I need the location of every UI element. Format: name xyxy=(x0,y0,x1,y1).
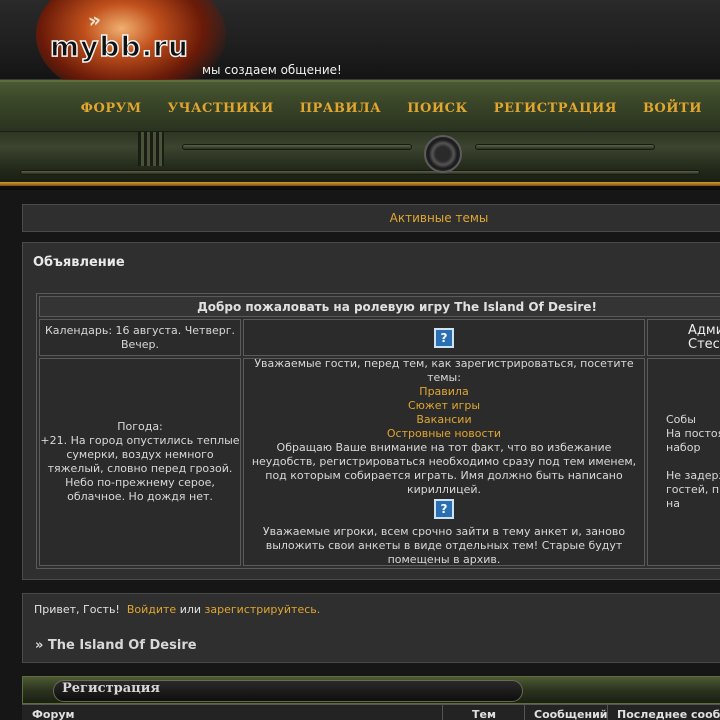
right-text: на xyxy=(666,497,680,510)
active-topics-link[interactable]: Активные темы xyxy=(23,211,720,225)
active-topics-bar: Активные темы xyxy=(22,204,720,232)
admin-cell: Адми Стес xyxy=(647,319,720,356)
header: » mybb.ru мы создаем общение! ФОРУМ УЧАС… xyxy=(0,0,720,190)
right-cell: Собы На постоя набор Не задерж гостей, п… xyxy=(647,358,720,566)
greeting-or: или xyxy=(179,603,202,616)
weather-text: +21. На город опустились теплые сумерки,… xyxy=(40,434,240,503)
admin-text: Адми xyxy=(688,322,720,338)
image-wrap: ? xyxy=(244,499,644,519)
category-title[interactable]: Регистрация xyxy=(62,681,160,696)
login-link[interactable]: Войдите xyxy=(127,603,176,616)
column-posts: Сообщений xyxy=(534,708,608,720)
admin-text: Стес xyxy=(688,336,720,352)
nav-rules[interactable]: ПРАВИЛА xyxy=(300,101,382,116)
nav-forum[interactable]: ФОРУМ xyxy=(81,101,142,116)
island-news-link[interactable]: Островные новости xyxy=(244,427,644,441)
welcome-header: Добро пожаловать на ролевую игру The Isl… xyxy=(39,296,720,317)
nav-search[interactable]: ПОИСК xyxy=(407,101,468,116)
guests-intro: Уважаемые гости, перед тем, как зарегист… xyxy=(254,357,634,384)
header-divider xyxy=(0,182,720,186)
registration-notice: Обращаю Ваше внимание на тот факт, что в… xyxy=(251,441,637,496)
greeting: Привет, Гость! Войдите или зарегистрируй… xyxy=(34,603,320,616)
info-cell: Уважаемые гости, перед тем, как зарегист… xyxy=(243,357,645,566)
greeting-prefix: Привет, Гость! xyxy=(34,603,120,616)
column-divider xyxy=(524,705,525,720)
right-text: набор xyxy=(666,441,701,454)
forum-columns-header: Форум Тем Сообщений Последнее сообщ xyxy=(22,704,720,720)
deco-bar xyxy=(20,170,700,175)
column-topics: Тем xyxy=(472,708,496,720)
rules-link[interactable]: Правила xyxy=(244,385,644,399)
right-text: Собы xyxy=(666,413,696,426)
announcement-table: Добро пожаловать на ролевую игру The Isl… xyxy=(36,293,720,569)
column-last-post: Последнее сообщ xyxy=(617,708,720,720)
missing-image-icon: ? xyxy=(434,499,454,519)
greeting-panel: Привет, Гость! Войдите или зарегистрируй… xyxy=(22,593,720,663)
deco-vent xyxy=(138,132,164,166)
register-link[interactable]: зарегистрируйтесь. xyxy=(205,603,321,616)
weather-label: Погода: xyxy=(117,420,163,433)
image-cell: ? xyxy=(243,319,645,356)
main-nav: ФОРУМ УЧАСТНИКИ ПРАВИЛА ПОИСК РЕГИСТРАЦИ… xyxy=(81,101,720,116)
announcement-panel: Объявление Добро пожаловать на ролевую и… xyxy=(22,242,720,580)
missing-image-icon: ? xyxy=(434,327,454,348)
announcement-title: Объявление xyxy=(33,255,125,270)
right-text: Не задерж xyxy=(666,469,720,482)
plot-link[interactable]: Сюжет игры xyxy=(244,399,644,413)
deco-circle xyxy=(424,135,462,173)
nav-register[interactable]: РЕГИСТРАЦИЯ xyxy=(494,101,617,116)
site-slogan: мы создаем общение! xyxy=(202,63,342,77)
players-notice: Уважаемые игроки, всем срочно зайти в те… xyxy=(262,525,626,566)
vacancies-link[interactable]: Вакансии xyxy=(244,413,644,427)
deco-bar xyxy=(182,144,412,150)
column-forum: Форум xyxy=(32,708,75,720)
site-logo[interactable]: mybb.ru xyxy=(49,29,189,64)
weather-cell: Погода: +21. На город опустились теплые … xyxy=(39,358,241,566)
column-divider xyxy=(607,705,608,720)
nav-members[interactable]: УЧАСТНИКИ xyxy=(168,101,274,116)
deco-bar xyxy=(475,144,655,150)
nav-login[interactable]: ВОЙТИ xyxy=(643,101,702,116)
right-text: гостей, п xyxy=(666,483,720,496)
forum-title[interactable]: » The Island Of Desire xyxy=(35,638,197,653)
column-divider xyxy=(442,705,443,720)
right-text: На постоя xyxy=(666,427,720,440)
calendar-cell: Календарь: 16 августа. Четверг. Вечер. xyxy=(39,319,241,356)
page: » mybb.ru мы создаем общение! ФОРУМ УЧАС… xyxy=(0,0,720,720)
